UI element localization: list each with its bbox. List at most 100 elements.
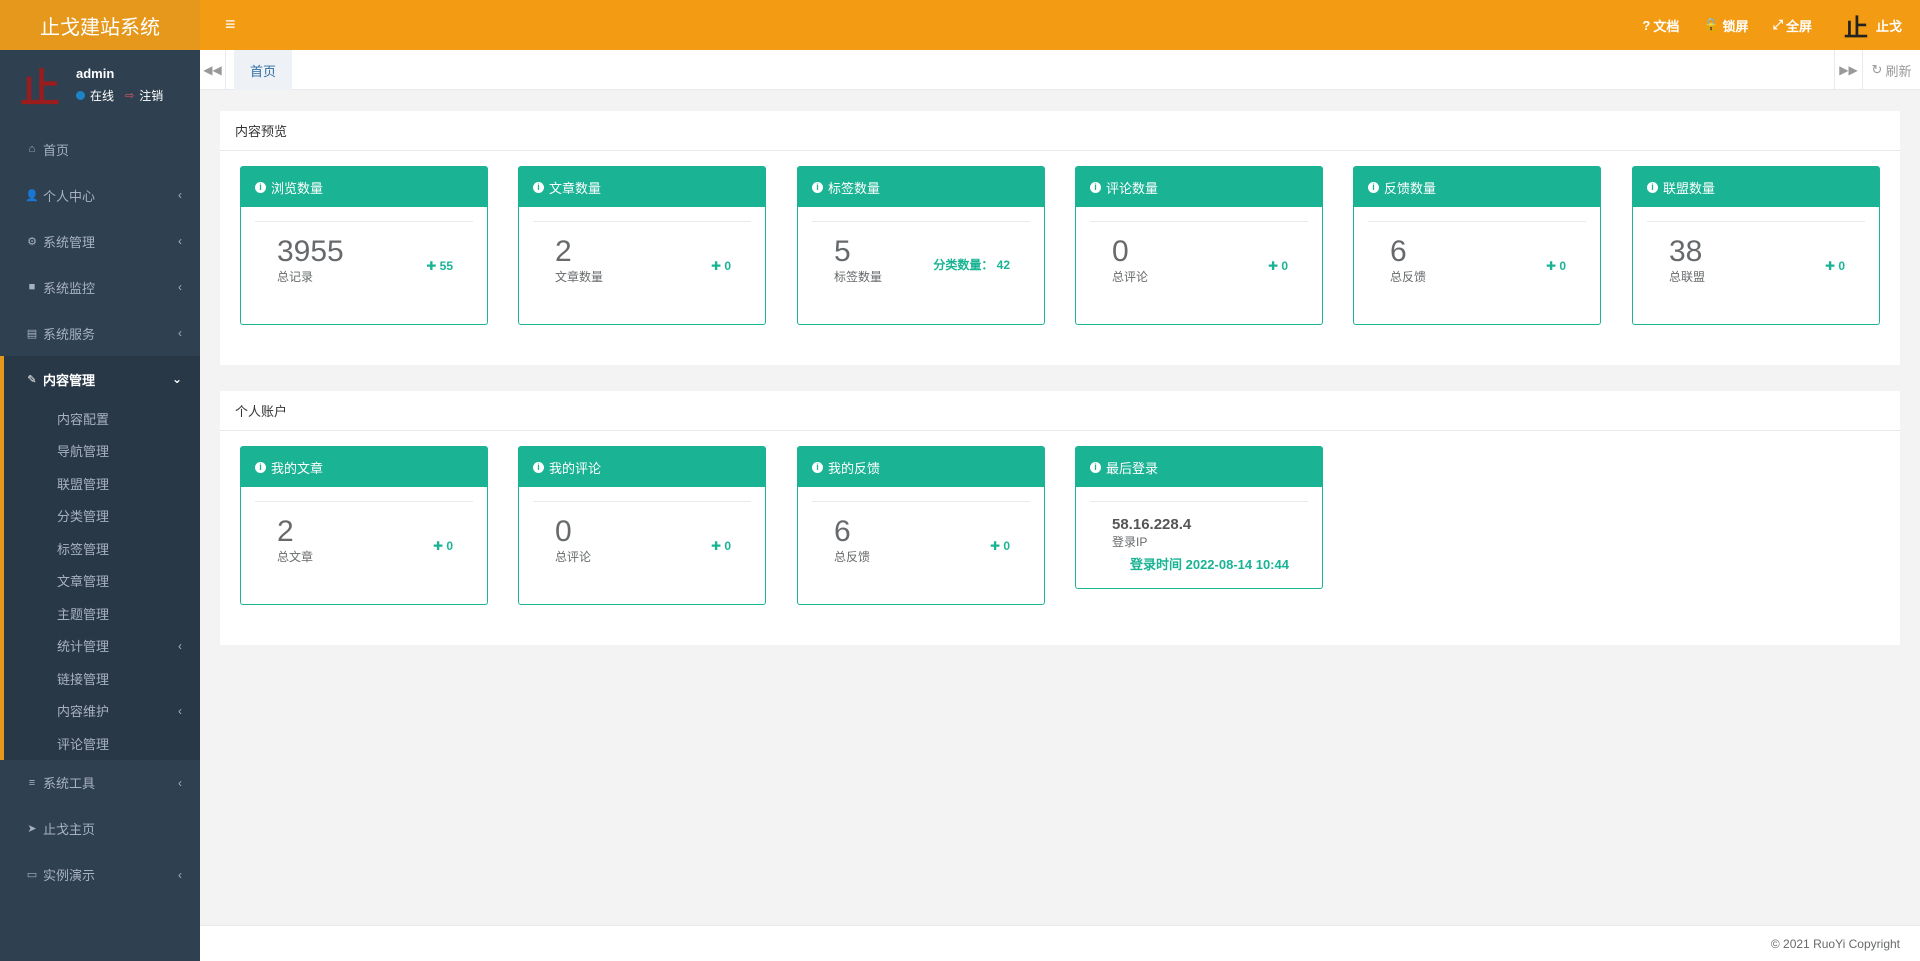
sidebar-subitem-label: 导航管理 [57, 444, 110, 460]
sidebar-subitem[interactable]: 评论管理 [4, 727, 200, 760]
logout-icon[interactable]: ⇨ [125, 89, 134, 102]
sidebar-item-label: 止戈主页 [43, 822, 96, 837]
sidebar-item-label: 系统监控 [43, 280, 96, 296]
refresh-button[interactable]: ↻ 刷新 [1862, 50, 1920, 90]
info-icon: i [812, 181, 823, 193]
sidebar-item-items3[interactable]: ■ 系统监控 ‹ [0, 264, 200, 310]
nav-group-content: ✎ 内容管理 ⌄ 内容配置导航管理联盟管理分类管理标签管理文章管理主题管理统计管… [0, 356, 200, 760]
sidebar-item-bottom_items0[interactable]: ≡ 系统工具 ‹ [0, 760, 200, 806]
top-link-lock[interactable]: 🔒 锁屏 [1703, 16, 1748, 35]
card-title: 最后登录 [1106, 460, 1159, 476]
sidebar-subitem[interactable]: 链接管理 [4, 662, 200, 695]
lock-icon: 🔒 [1703, 17, 1720, 32]
info-icon: i [1647, 181, 1658, 193]
question-icon: ? [1642, 17, 1651, 33]
card-increment: ✚ 0 [432, 539, 453, 553]
sidebar-subitem[interactable]: 标签管理 [4, 532, 200, 565]
card-body: 5 标签数量 分类数量： 42 [812, 221, 1030, 311]
sidebar-subitem[interactable]: 内容维护 ‹ [4, 695, 200, 728]
menu-toggle-icon[interactable]: ≡ [225, 14, 236, 35]
sidebar-item-label: 系统服务 [43, 326, 96, 342]
sidebar-item-bottom_items1[interactable]: ➤ 止戈主页 [0, 806, 200, 852]
sidebar-subitem[interactable]: 主题管理 [4, 597, 200, 630]
card-body: 6 总反馈 ✚ 0 [1368, 221, 1586, 311]
sidebar-subitem[interactable]: 导航管理 [4, 435, 200, 468]
online-status: 在线 [90, 89, 115, 103]
top-link-question[interactable]: ? 文档 [1642, 16, 1679, 35]
stat-card: i 我的评论 0 总评论 ✚ 0 [518, 446, 766, 605]
chevron-left-icon: ‹ [178, 703, 182, 718]
sidebar-item-label: 个人中心 [43, 188, 96, 204]
sidebar-subitem[interactable]: 文章管理 [4, 565, 200, 598]
sidebar-item-label: 实例演示 [43, 868, 96, 883]
chevron-left-icon: ‹ [178, 326, 182, 340]
top-user-label: 止戈 [1875, 18, 1902, 34]
sidebar-subitem-label: 标签管理 [57, 541, 110, 557]
info-icon: i [533, 461, 544, 473]
sidebar-item-items1[interactable]: 👤 个人中心 ‹ [0, 172, 200, 218]
sidebar-subitem-label: 联盟管理 [57, 476, 110, 492]
login-ip-value: 58.16.228.4 [1112, 516, 1192, 533]
card-increment: ✚ 0 [989, 539, 1010, 553]
user-icon: 👤 [25, 189, 39, 202]
top-user-menu[interactable]: 止 止戈 [1844, 8, 1902, 43]
sidebar: 止戈建站系统 止 admin 在线 ⇨ 注销 ⌂ 首页 👤 个人中心 ‹ ⚙ 系统管理 ‹ ■ 系… [0, 0, 200, 961]
tabs-next-icon[interactable]: ▶▶ [1834, 50, 1862, 90]
info-icon: i [1368, 181, 1379, 193]
sidebar-subitem-label: 主题管理 [57, 606, 110, 622]
tabs-prev-icon[interactable]: ◀◀ [200, 50, 226, 90]
tab-home[interactable]: 首页 [234, 50, 293, 90]
card-body: 58.16.228.4 登录IP 登录时间 2022-08-14 10:44 [1090, 501, 1308, 573]
card-increment: ✚ 0 [1545, 259, 1566, 273]
info-icon: i [255, 461, 266, 473]
chevron-down-icon: ⌄ [171, 372, 182, 386]
card-header: i 我的反馈 [798, 447, 1044, 487]
stat-card: i 联盟数量 38 总联盟 ✚ 0 [1632, 166, 1880, 325]
sidebar-item-content-management[interactable]: ✎ 内容管理 ⌄ [4, 356, 200, 402]
sidebar-item-bottom_items2[interactable]: ▭ 实例演示 ‹ [0, 852, 200, 898]
sidebar-item-items0[interactable]: ⌂ 首页 [0, 126, 200, 172]
card-header: i 我的文章 [241, 447, 487, 487]
avatar[interactable]: 止 [18, 63, 62, 112]
app-title[interactable]: 止戈建站系统 [0, 0, 200, 50]
sidebar-item-items2[interactable]: ⚙ 系统管理 ‹ [0, 218, 200, 264]
card-title: 文章数量 [549, 180, 602, 196]
top-link-label: 文档 [1653, 18, 1680, 34]
top-link-fullscreen[interactable]: ⤢ 全屏 [1773, 16, 1812, 35]
sidebar-item-label: 首页 [43, 142, 70, 158]
card-title: 联盟数量 [1663, 180, 1716, 196]
chevron-left-icon: ‹ [178, 867, 182, 882]
card-increment: ✚ 0 [710, 539, 731, 553]
card-body: 0 总评论 ✚ 0 [1090, 221, 1308, 311]
info-icon: i [533, 181, 544, 193]
sidebar-subitem[interactable]: 内容配置 [4, 402, 200, 435]
card-body: 6 总反馈 ✚ 0 [812, 501, 1030, 591]
fullscreen-icon: ⤢ [1772, 17, 1783, 32]
card-body: 3955 总记录 ✚ 55 [255, 221, 473, 311]
sidebar-item-items4[interactable]: ▤ 系统服务 ‹ [0, 310, 200, 356]
sidebar-subitem[interactable]: 统计管理 ‹ [4, 630, 200, 663]
account-panel: 个人账户 i 我的文章 2 总文章 ✚ 0 i 我的评论 0 总评论 ✚ 0 i 我的反馈 6 总反馈 ✚ … [220, 391, 1900, 645]
card-title: 浏览数量 [271, 180, 324, 196]
sidebar-subitem-label: 评论管理 [57, 736, 110, 752]
footer: © 2021 RuoYi Copyright [200, 925, 1920, 961]
sidebar-subitem-label: 链接管理 [57, 671, 110, 687]
card-header: i 标签数量 [798, 167, 1044, 207]
sidebar-subitem[interactable]: 分类管理 [4, 500, 200, 533]
chevron-left-icon: ‹ [178, 638, 182, 653]
card-header: i 反馈数量 [1354, 167, 1600, 207]
sidebar-subitem[interactable]: 联盟管理 [4, 467, 200, 500]
stat-card: i 浏览数量 3955 总记录 ✚ 55 [240, 166, 488, 325]
sidebar-subitem-label: 统计管理 [57, 639, 110, 655]
card-title: 评论数量 [1106, 180, 1159, 196]
card-header: i 文章数量 [519, 167, 765, 207]
copyright: © 2021 RuoYi Copyright [1770, 936, 1900, 951]
sidebar-item-label: 系统工具 [43, 776, 96, 791]
card-body: 0 总评论 ✚ 0 [533, 501, 751, 591]
user-name: admin [76, 66, 115, 81]
card-increment: 分类数量： 42 [933, 258, 1010, 272]
tabs-bar: ◀◀ 首页 ▶▶ ↻ 刷新 [200, 50, 1920, 90]
top-avatar: 止 [1843, 12, 1868, 42]
logout-link[interactable]: 注销 [139, 87, 163, 104]
card-title: 我的反馈 [828, 460, 881, 476]
